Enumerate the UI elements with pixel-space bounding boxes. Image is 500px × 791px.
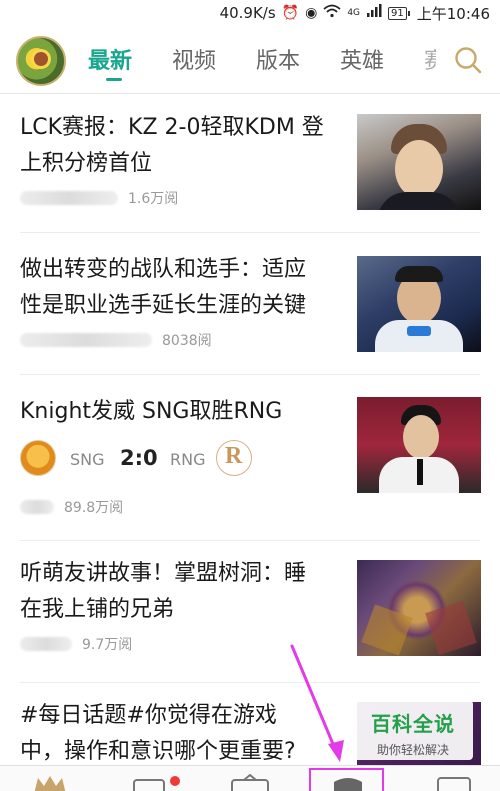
eye-icon: ◉ bbox=[305, 5, 318, 21]
article-title: 做出转变的战队和选手：适应 性是职业选手延长生涯的关键 bbox=[20, 252, 352, 324]
team-logo-sng bbox=[20, 440, 56, 476]
article-meta: 8038阅 bbox=[20, 330, 212, 350]
article-title: LCK赛报：KZ 2-0轻取KDM 登 上积分榜首位 bbox=[20, 110, 352, 182]
title-line: 在我上铺的兄弟 bbox=[20, 597, 175, 622]
clock: 上午10:46 bbox=[416, 4, 490, 23]
divider bbox=[20, 540, 480, 541]
network-type: 4G bbox=[347, 8, 361, 18]
watermark-title: 百科全说 bbox=[371, 712, 455, 736]
team-b-name: RNG bbox=[170, 450, 206, 469]
profile-icon[interactable] bbox=[432, 774, 476, 791]
article-title: 听萌友讲故事！掌盟树洞：睡 在我上铺的兄弟 bbox=[20, 556, 352, 628]
view-count: 89.8万阅 bbox=[64, 500, 124, 516]
notification-badge bbox=[170, 776, 180, 786]
blurred-source bbox=[20, 637, 72, 651]
highlight-frame bbox=[309, 768, 384, 791]
bottom-navigation bbox=[0, 765, 500, 791]
match-score: 2:0 bbox=[120, 446, 158, 470]
active-tab-indicator bbox=[106, 78, 122, 81]
watermark: 百科全说 助你轻松解决 bbox=[353, 700, 473, 760]
status-bar: 40.9K/s ⏰ ◉ 4G 91 上午10:46 bbox=[0, 0, 500, 26]
title-line: 性是职业选手延长生涯的关键 bbox=[20, 293, 307, 318]
divider bbox=[20, 374, 480, 375]
title-line: LCK赛报：KZ 2-0轻取KDM 登 bbox=[20, 115, 324, 140]
watermark-subtitle: 助你轻松解决 bbox=[376, 743, 449, 757]
title-line: 做出转变的战队和选手：适应 bbox=[20, 257, 307, 282]
article-title: Knight发威 SNG取胜RNG bbox=[20, 394, 352, 430]
title-line: Knight发威 SNG取胜RNG bbox=[20, 399, 283, 424]
team-a-name: SNG bbox=[70, 450, 105, 469]
search-icon[interactable] bbox=[452, 44, 484, 76]
article-thumbnail[interactable] bbox=[357, 397, 481, 493]
user-avatar[interactable] bbox=[16, 36, 66, 86]
divider bbox=[20, 232, 480, 233]
article-thumbnail[interactable] bbox=[357, 114, 481, 210]
article-meta: 89.8万阅 bbox=[20, 497, 123, 517]
article-meta: 9.7万阅 bbox=[20, 634, 132, 654]
team-logo-rng bbox=[216, 440, 252, 476]
alarm-icon: ⏰ bbox=[281, 5, 300, 21]
article-thumbnail[interactable] bbox=[357, 256, 481, 352]
title-line: 上积分榜首位 bbox=[20, 151, 153, 176]
article-thumbnail[interactable] bbox=[357, 560, 481, 656]
title-line: 听萌友讲故事！掌盟树洞：睡 bbox=[20, 561, 307, 586]
battery-indicator: 91 bbox=[388, 6, 410, 20]
view-count: 8038阅 bbox=[162, 333, 212, 349]
tab-esports-partial[interactable]: 赛 bbox=[424, 43, 436, 75]
tab-latest[interactable]: 最新 bbox=[88, 43, 132, 75]
wifi-icon bbox=[323, 4, 341, 22]
blurred-source bbox=[20, 191, 118, 205]
blurred-source bbox=[20, 333, 152, 347]
tv-icon[interactable] bbox=[228, 773, 272, 791]
messages-icon[interactable] bbox=[128, 774, 172, 791]
top-navigation: 最新 视频 版本 英雄 赛 bbox=[0, 26, 500, 94]
tab-heroes[interactable]: 英雄 bbox=[340, 43, 384, 75]
annotation-arrow bbox=[290, 644, 344, 762]
tab-version[interactable]: 版本 bbox=[256, 43, 300, 75]
view-count: 1.6万阅 bbox=[128, 191, 179, 207]
blurred-source bbox=[20, 500, 54, 514]
article-meta: 1.6万阅 bbox=[20, 188, 178, 208]
divider bbox=[20, 682, 480, 683]
signal-icon bbox=[366, 4, 382, 22]
view-count: 9.7万阅 bbox=[82, 637, 133, 653]
network-speed: 40.9K/s bbox=[219, 4, 276, 22]
tab-video[interactable]: 视频 bbox=[172, 43, 216, 75]
home-icon[interactable] bbox=[28, 774, 72, 791]
